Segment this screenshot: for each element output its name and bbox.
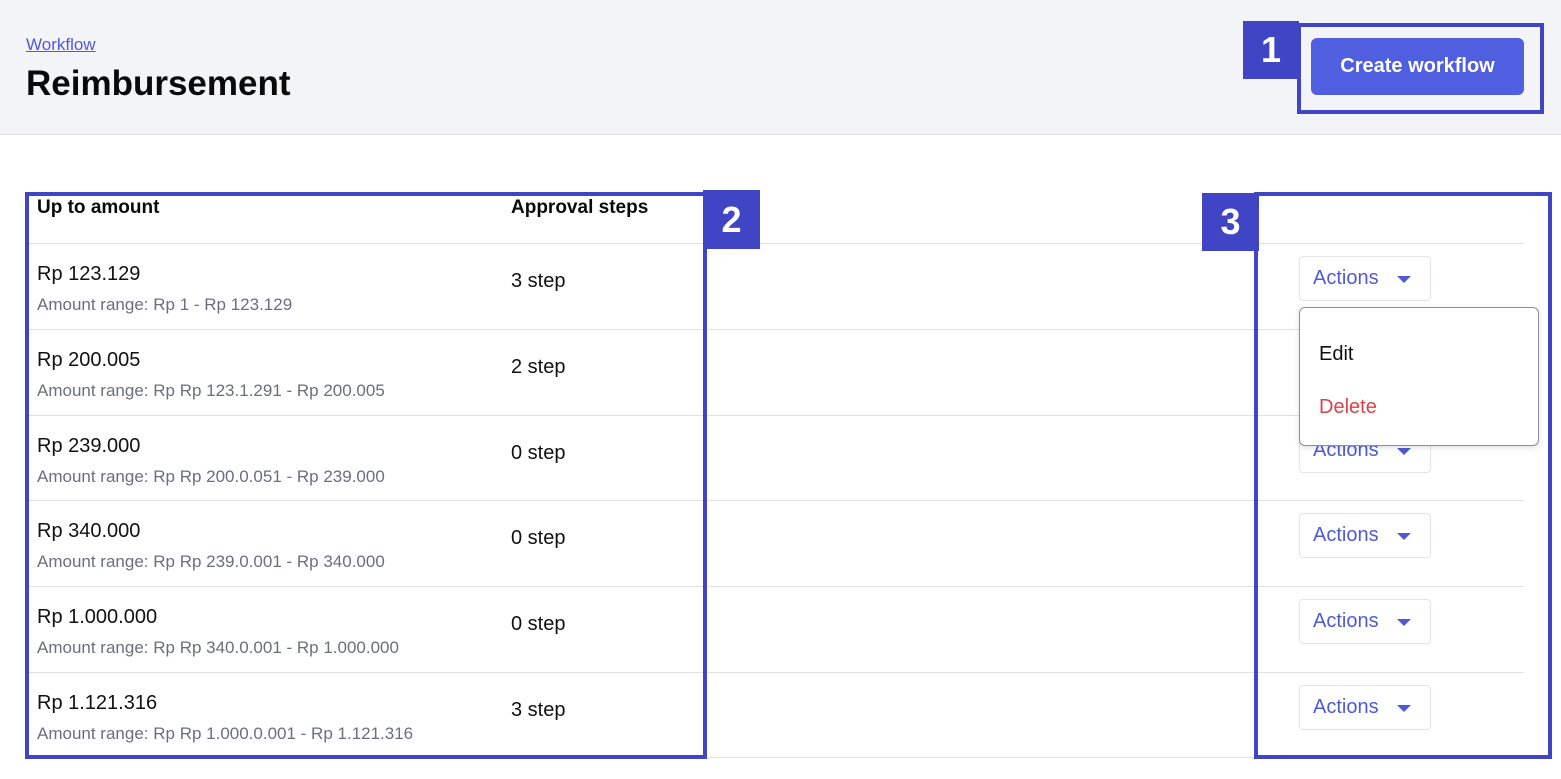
page-title: Reimbursement [26, 64, 291, 103]
annotation-label-1: 1 [1243, 21, 1299, 79]
annotation-label-3: 3 [1202, 193, 1259, 251]
annotation-box-3 [1254, 192, 1552, 759]
annotation-box-2 [25, 192, 707, 759]
annotation-box-1 [1297, 23, 1544, 114]
breadcrumb-workflow-link[interactable]: Workflow [26, 35, 96, 55]
annotation-label-2: 2 [703, 190, 760, 249]
